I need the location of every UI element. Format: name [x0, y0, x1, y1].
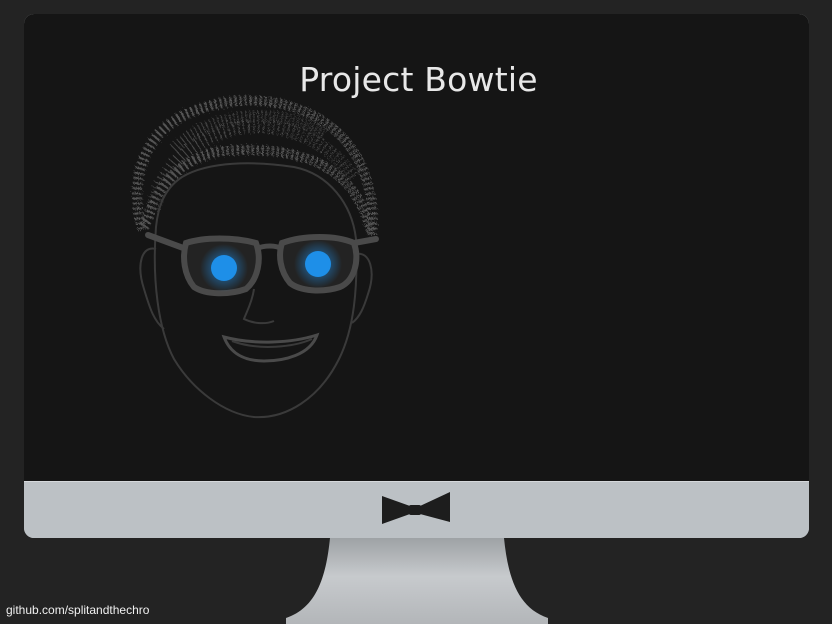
slide-stage: Project Bowtie github.com/splitandthechr…	[0, 0, 832, 624]
monitor-chin	[24, 481, 809, 538]
nose	[242, 288, 275, 325]
face-illustration	[132, 95, 379, 419]
monitor-screen: Project Bowtie	[24, 14, 809, 481]
monitor-stand	[286, 538, 548, 624]
github-link[interactable]: github.com/splitandthechro	[6, 603, 149, 617]
right-eye	[305, 251, 331, 277]
left-eye	[211, 255, 237, 281]
mouth	[221, 332, 320, 363]
monitor: Project Bowtie	[24, 14, 809, 538]
hair	[132, 95, 378, 242]
bowtie-icon	[382, 492, 450, 524]
